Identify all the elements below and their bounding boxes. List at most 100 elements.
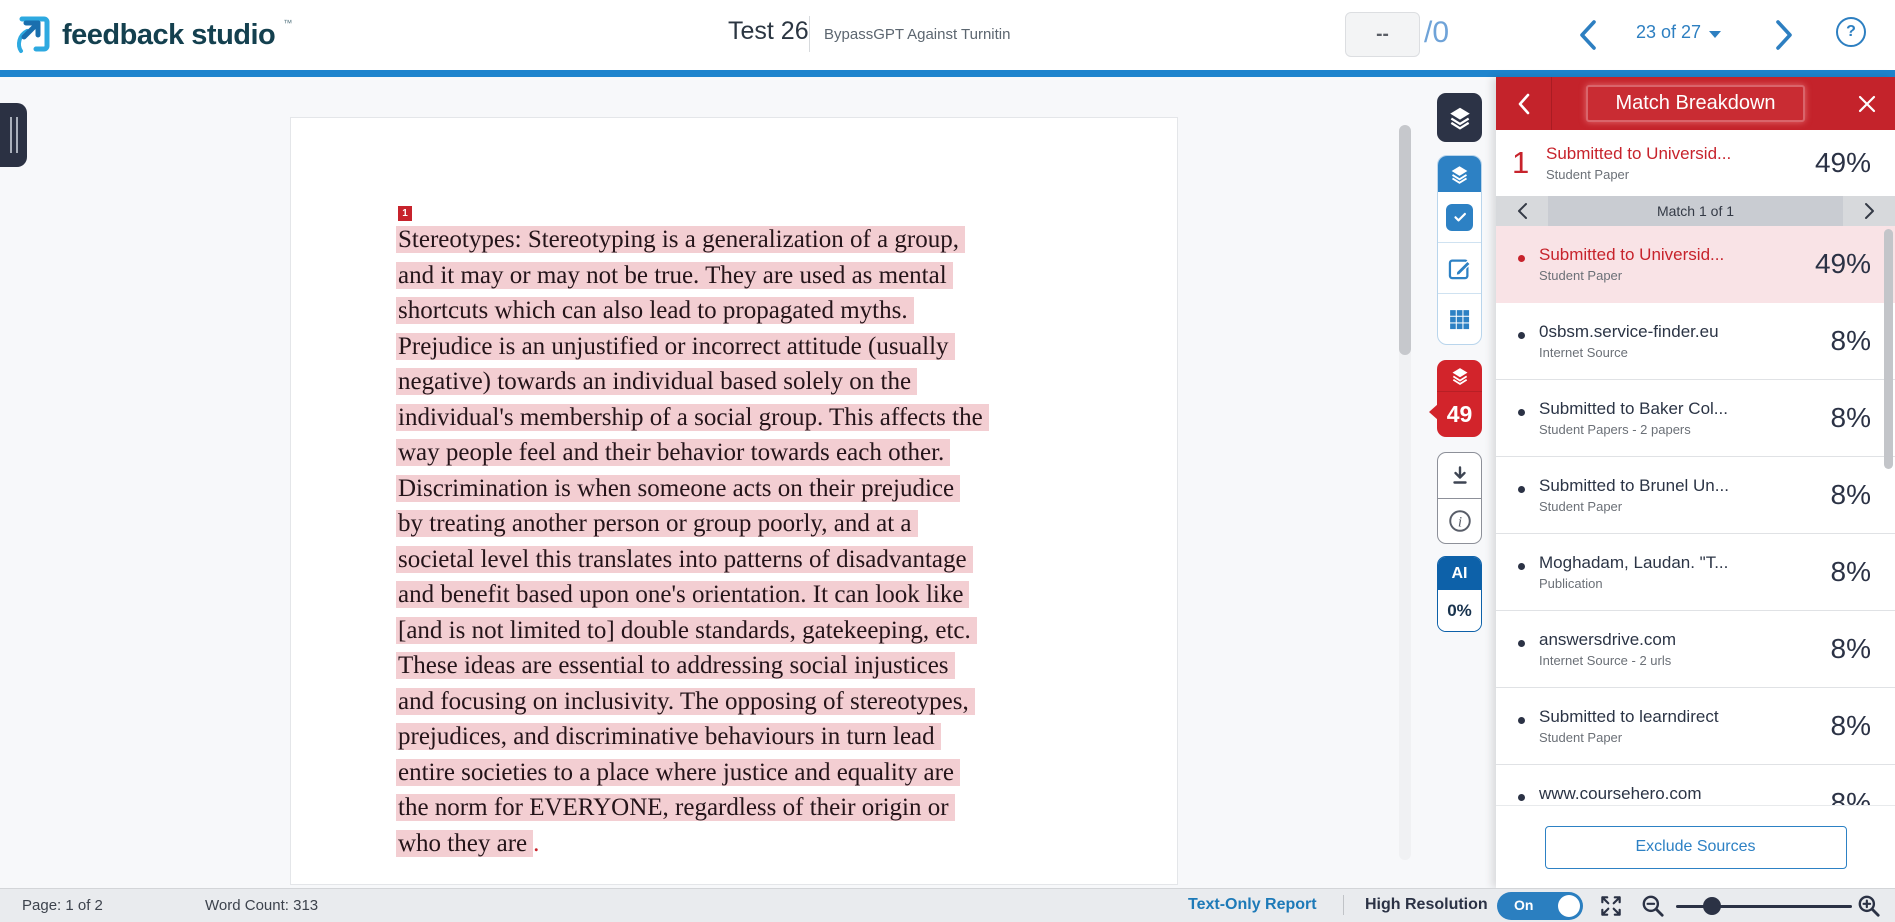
download-button[interactable]	[1438, 453, 1481, 498]
source-row[interactable]: 0sbsm.service-finder.eu Internet Source …	[1496, 303, 1895, 380]
primary-match-subtitle: Student Paper	[1546, 167, 1807, 182]
source-title: Submitted to learndirect	[1539, 707, 1823, 727]
bullet-icon	[1518, 717, 1525, 724]
help-button[interactable]: ?	[1836, 17, 1866, 47]
compose-icon	[1446, 255, 1473, 282]
zoom-slider[interactable]	[1676, 905, 1852, 908]
zoom-in-button[interactable]	[1854, 892, 1884, 920]
document-line[interactable]: Stereotypes: Stereotyping is a generaliz…	[396, 222, 989, 258]
panel-close-button[interactable]	[1839, 77, 1895, 130]
bullet-icon	[1518, 563, 1525, 570]
paper-pager-dropdown[interactable]: 23 of 27	[1636, 22, 1721, 43]
document-scrollbar-thumb[interactable]	[1399, 125, 1411, 355]
bottom-status-bar: Page: 1 of 2 Word Count: 313 Text-Only R…	[0, 888, 1895, 922]
previous-match-button[interactable]	[1496, 196, 1548, 226]
fullscreen-button[interactable]	[1596, 892, 1626, 920]
match-breakdown-panel: Match Breakdown 1 Submitted to Universid…	[1496, 77, 1895, 888]
footer-divider	[1343, 895, 1344, 915]
source-row[interactable]: answersdrive.com Internet Source - 2 url…	[1496, 611, 1895, 688]
next-match-button[interactable]	[1843, 196, 1895, 226]
document-title: Test 26	[728, 17, 809, 46]
source-row[interactable]: Submitted to Baker Col... Student Papers…	[1496, 380, 1895, 457]
left-drawer-handle[interactable]	[0, 103, 27, 167]
layers-panel-button[interactable]	[1438, 156, 1481, 192]
match-number-flag[interactable]: 1	[398, 206, 412, 221]
match-nav-label: Match 1 of 1	[1548, 196, 1843, 226]
grid-icon	[1447, 307, 1472, 332]
comment-edit-button[interactable]	[1438, 242, 1481, 293]
info-button[interactable]: i	[1438, 498, 1481, 543]
document-line[interactable]: These ideas are essential to addressing …	[396, 648, 989, 684]
document-line[interactable]: and benefit based upon one's orientation…	[396, 577, 989, 613]
header-rule	[0, 70, 1895, 77]
primary-match-row[interactable]: 1 Submitted to Universid... Student Pape…	[1496, 130, 1895, 196]
document-scrollbar[interactable]	[1399, 125, 1411, 860]
source-subtitle: Internet Source	[1539, 345, 1823, 360]
ai-writing-button[interactable]: AI 0%	[1437, 556, 1482, 632]
chevron-right-icon	[1773, 19, 1795, 51]
document-lines: Stereotypes: Stereotyping is a generaliz…	[396, 222, 989, 861]
pager-label: 23 of 27	[1636, 22, 1701, 43]
document-line[interactable]: by treating another person or group poor…	[396, 506, 989, 542]
document-line[interactable]: shortcuts which can also lead to propaga…	[396, 293, 989, 329]
page-count-label: Page: 1 of 2	[22, 897, 103, 914]
source-row[interactable]: Moghadam, Laudan. "T... Publication 8%	[1496, 534, 1895, 611]
text-only-report-link[interactable]: Text-Only Report	[1188, 896, 1317, 914]
rubric-grid-button[interactable]	[1438, 293, 1481, 344]
document-line[interactable]: [and is not limited to] double standards…	[396, 613, 989, 649]
info-icon: i	[1447, 508, 1473, 534]
source-title: Submitted to Universid...	[1539, 245, 1807, 265]
document-line[interactable]: Discrimination is when someone acts on t…	[396, 471, 989, 507]
top-header: feedback studio ™ Test 26 BypassGPT Agai…	[0, 0, 1895, 70]
source-subtitle: Student Paper	[1539, 268, 1807, 283]
svg-text:i: i	[1457, 513, 1461, 530]
exclude-sources-footer: Exclude Sources	[1496, 805, 1895, 888]
document-line[interactable]: way people feel and their behavior towar…	[396, 435, 989, 471]
primary-match-title: Submitted to Universid...	[1546, 144, 1807, 164]
grade-total: /0	[1424, 16, 1449, 50]
panel-scrollbar-thumb[interactable]	[1884, 229, 1893, 469]
utility-toolbar-group: i	[1437, 452, 1482, 544]
source-row[interactable]: Submitted to Brunel Un... Student Paper …	[1496, 457, 1895, 534]
document-line[interactable]: societal level this translates into patt…	[396, 542, 989, 578]
ai-score-value: 0%	[1438, 590, 1481, 631]
quickmarks-check-button[interactable]	[1438, 192, 1481, 242]
logo-wordmark: feedback studio	[62, 19, 275, 52]
word-count-label: Word Count: 313	[205, 897, 318, 914]
toggle-state-label: On	[1514, 897, 1533, 913]
score-pointer-notch	[1429, 404, 1438, 420]
active-layers-button[interactable]	[1437, 93, 1482, 142]
document-line[interactable]: who they are.	[396, 826, 989, 862]
source-subtitle: Internet Source - 2 urls	[1539, 653, 1823, 668]
match-breakdown-header: Match Breakdown	[1496, 77, 1895, 130]
document-line[interactable]: and focusing on inclusivity. The opposin…	[396, 684, 989, 720]
chevron-left-icon	[1516, 92, 1532, 116]
panel-title: Match Breakdown	[1586, 85, 1804, 122]
source-title: Moghadam, Laudan. "T...	[1539, 553, 1823, 573]
document-line[interactable]: the norm for EVERYONE, regardless of the…	[396, 790, 989, 826]
source-row[interactable]: Submitted to learndirect Student Paper 8…	[1496, 688, 1895, 765]
zoom-slider-handle[interactable]	[1703, 897, 1721, 915]
grade-input[interactable]: --	[1345, 12, 1420, 57]
primary-match-percent: 49%	[1815, 147, 1871, 179]
question-mark-icon: ?	[1846, 23, 1856, 41]
zoom-out-button[interactable]	[1638, 892, 1668, 920]
similarity-score-button[interactable]: 49	[1437, 360, 1482, 437]
previous-paper-button[interactable]	[1568, 13, 1608, 57]
high-resolution-label: High Resolution	[1365, 896, 1488, 914]
document-line[interactable]: individual's membership of a social grou…	[396, 400, 989, 436]
exclude-sources-button[interactable]: Exclude Sources	[1545, 826, 1847, 869]
document-line[interactable]: Prejudice is an unjustified or incorrect…	[396, 329, 989, 365]
layers-icon	[1450, 366, 1470, 386]
close-icon	[1857, 94, 1877, 114]
document-line[interactable]: prejudices, and discriminative behaviour…	[396, 719, 989, 755]
document-line[interactable]: entire societies to a place where justic…	[396, 755, 989, 791]
source-percent: 8%	[1831, 710, 1871, 742]
panel-back-button[interactable]	[1496, 77, 1552, 130]
download-icon	[1448, 464, 1472, 488]
document-line[interactable]: and it may or may not be true. They are …	[396, 258, 989, 294]
document-line[interactable]: negative) towards an individual based so…	[396, 364, 989, 400]
source-row[interactable]: Submitted to Universid... Student Paper …	[1496, 226, 1895, 303]
high-resolution-toggle[interactable]: On	[1497, 892, 1583, 920]
next-paper-button[interactable]	[1764, 13, 1804, 57]
